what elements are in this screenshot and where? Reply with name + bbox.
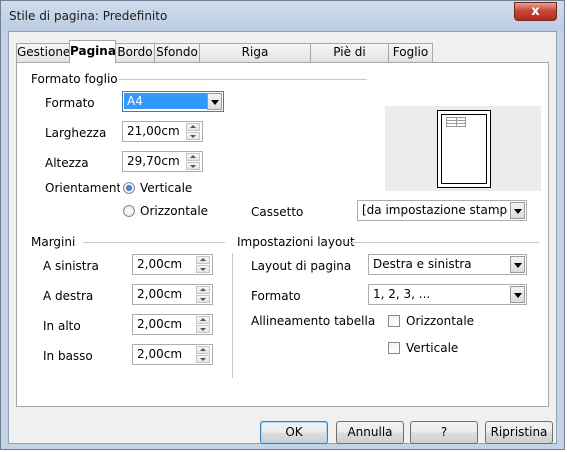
margin-bottom-spinner[interactable]: 2,00cm [132,344,213,365]
tab-foglio[interactable]: Foglio [388,43,433,62]
reset-button[interactable]: Ripristina [485,421,553,444]
landscape-radio[interactable] [123,205,135,217]
margin-left-label: A sinistra [43,259,99,273]
column-divider [232,253,233,378]
section-divider [83,242,225,243]
dropdown-arrow-icon[interactable] [207,93,222,110]
horizontal-label[interactable]: Orizzontale [406,314,474,328]
margin-top-value: 2,00cm [137,317,183,331]
numbering-format-select[interactable]: 1, 2, 3, ... [368,284,527,305]
tray-select[interactable]: [da impostazione stampante] [357,200,527,221]
title-bar[interactable]: Stile di pagina: Predefinito x [1,1,564,31]
tray-label: Cassetto [251,205,304,219]
orientation-label: Orientamento [45,181,120,195]
spin-up-icon[interactable] [186,123,200,131]
height-label: Altezza [45,156,89,170]
margin-top-spinner[interactable]: 2,00cm [132,314,213,335]
width-value: 21,00cm [127,124,180,138]
page-style-dialog: Stile di pagina: Predefinito x Gestione … [0,0,565,450]
close-button[interactable]: x [514,2,557,21]
tab-sfondo[interactable]: Sfondo [154,43,200,62]
margin-right-value: 2,00cm [137,287,183,301]
margin-top-label: In alto [43,319,81,333]
horizontal-checkbox[interactable] [388,315,400,327]
height-value: 29,70cm [127,154,180,168]
dropdown-arrow-icon[interactable] [510,256,525,273]
section-title-layout: Impostazioni layout [237,235,355,249]
format-value: A4 [124,93,208,109]
section-title-paper-format: Formato foglio [31,72,118,86]
tab-bordo[interactable]: Bordo [115,43,155,62]
margin-bottom-label: In basso [43,349,93,363]
portrait-label[interactable]: Verticale [140,181,192,195]
spin-down-icon[interactable] [186,162,200,170]
format-label: Formato [45,96,95,110]
tab-pagina[interactable]: Pagina [69,40,116,63]
page-layout-value: Destra e sinistra [373,257,472,271]
spin-up-icon[interactable] [196,346,210,354]
margin-left-spinner[interactable]: 2,00cm [132,254,213,275]
vertical-checkbox[interactable] [388,342,400,354]
tab-pie-di-pagina[interactable]: Piè di pagina [310,43,389,76]
spin-down-icon[interactable] [186,132,200,140]
margin-bottom-value: 2,00cm [137,347,183,361]
height-spinner[interactable]: 29,70cm [122,151,203,172]
spin-down-icon[interactable] [196,325,210,333]
window-title: Stile di pagina: Predefinito [9,9,168,23]
dropdown-arrow-icon[interactable] [510,202,525,219]
spin-up-icon[interactable] [196,316,210,324]
preview-page-icon [437,110,491,188]
tab-panel-pagina: Formato foglio Formato A4 Larghezza 21,0… [16,62,549,407]
margin-right-spinner[interactable]: 2,00cm [132,284,213,305]
spin-down-icon[interactable] [196,265,210,273]
ok-button[interactable]: OK [260,421,328,444]
format-select[interactable]: A4 [122,91,224,112]
width-spinner[interactable]: 21,00cm [122,121,203,142]
spin-down-icon[interactable] [196,295,210,303]
spin-down-icon[interactable] [196,355,210,363]
tab-riga-intestazione[interactable]: Riga d'intestazione [199,43,311,76]
tab-gestione[interactable]: Gestione [16,43,70,62]
spin-up-icon[interactable] [196,286,210,294]
tray-value: [da impostazione stampante] [362,203,508,217]
cancel-button[interactable]: Annulla [336,421,404,444]
table-alignment-label: Allineamento tabella [251,314,376,328]
page-layout-select[interactable]: Destra e sinistra [368,254,527,275]
spin-up-icon[interactable] [186,153,200,161]
margin-left-value: 2,00cm [137,257,183,271]
spin-up-icon[interactable] [196,256,210,264]
numbering-format-value: 1, 2, 3, ... [373,287,431,301]
landscape-label[interactable]: Orizzontale [140,204,208,218]
section-divider [349,242,539,243]
portrait-radio[interactable] [123,182,135,194]
dropdown-arrow-icon[interactable] [510,286,525,303]
section-title-margins: Margini [31,235,76,249]
margin-right-label: A destra [43,289,94,303]
page-preview [385,106,541,191]
numbering-format-label: Formato [251,289,301,303]
help-button[interactable]: ? [410,421,478,444]
width-label: Larghezza [45,126,107,140]
section-divider [119,79,367,80]
dialog-body: Gestione Pagina Bordo Sfondo Riga d'inte… [8,31,557,444]
vertical-label[interactable]: Verticale [406,341,458,355]
page-layout-label: Layout di pagina [251,259,352,273]
